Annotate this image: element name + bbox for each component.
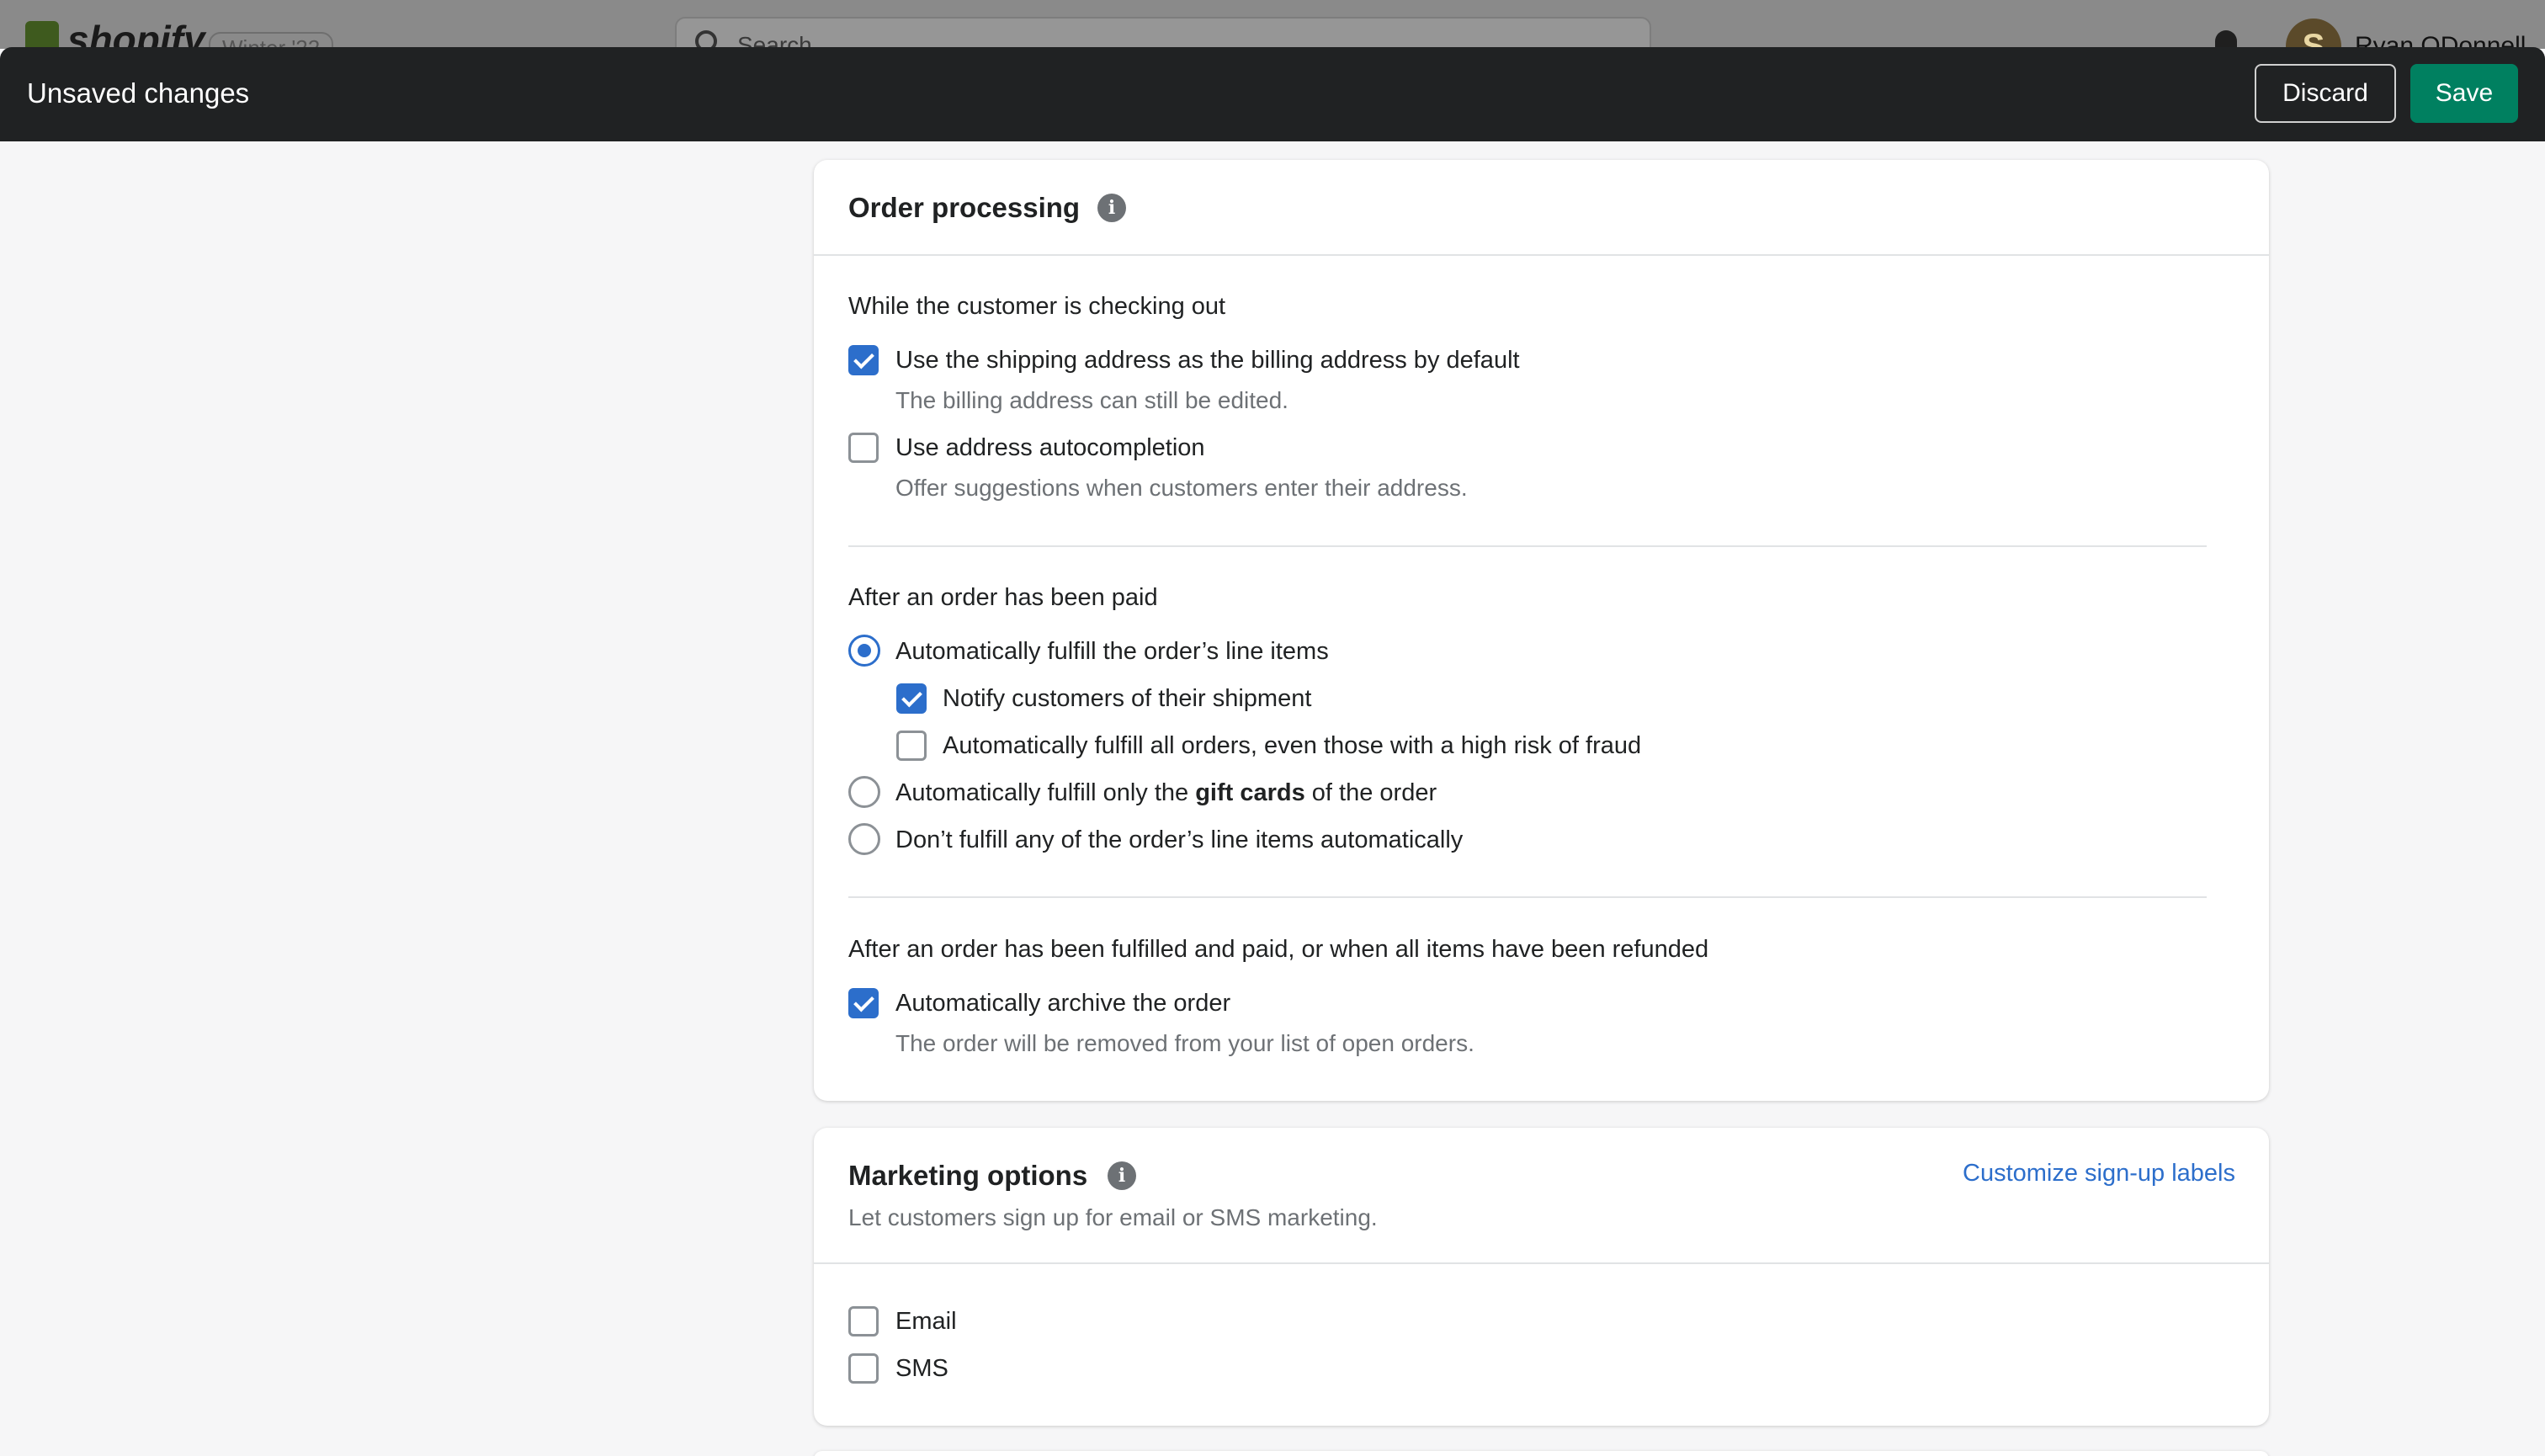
help-text-billing-editable: The billing address can still be edited. [895,387,1288,413]
info-icon[interactable]: i [1108,1161,1136,1190]
info-icon[interactable]: i [1097,194,1126,222]
card-subtitle: Let customers sign up for email or SMS m… [848,1204,1378,1230]
section-divider [848,545,2207,547]
discard-button[interactable]: Discard [2255,64,2396,123]
radio-dont-fulfill[interactable] [848,823,880,855]
option-label-email: Email [895,1308,957,1335]
marketing-options-card: Marketing options i Customize sign-up la… [814,1128,2269,1426]
header-divider [814,1262,2269,1264]
card-title-marketing-options: Marketing options [848,1160,1088,1191]
header-divider [814,254,2269,256]
checkbox-notify-shipment[interactable] [896,683,927,714]
option-label-gift-cards: Automatically fulfill only the gift card… [895,779,1437,806]
card-title-order-processing: Order processing [848,192,1081,223]
checkbox-email[interactable] [848,1306,879,1336]
help-text-archive: The order will be removed from your list… [895,1030,1474,1056]
unsaved-changes-bar: Unsaved changes Discard Save [0,47,2545,141]
radio-fulfill-gift-cards[interactable] [848,776,880,808]
help-text-autocompletion: Offer suggestions when customers enter t… [895,475,1468,501]
unsaved-changes-title: Unsaved changes [27,77,250,109]
top-bar: shopify Winter '22 Search S Ryan ODonnel… [0,0,2545,74]
section-label-paid: After an order has been paid [848,584,1158,611]
option-label-auto-fulfill: Automatically fulfill the order’s line i… [895,638,1329,665]
checkbox-sms[interactable] [848,1353,879,1384]
customize-sign-up-labels-link[interactable]: Customize sign-up labels [1963,1160,2235,1188]
save-button[interactable]: Save [2410,64,2518,123]
option-label-sms: SMS [895,1355,948,1382]
checkbox-fulfill-high-risk[interactable] [896,731,927,761]
section-label-checkout: While the customer is checking out [848,293,1226,320]
option-label-auto-archive: Automatically archive the order [895,990,1231,1017]
checkbox-auto-archive[interactable] [848,988,879,1018]
order-processing-card: Order processing i While the customer is… [814,160,2269,1101]
option-label-dont-fulfill: Don’t fulfill any of the order’s line it… [895,826,1464,853]
option-label-notify-shipment: Notify customers of their shipment [943,685,1312,712]
next-card [814,1451,2269,1456]
checkbox-address-autocompletion[interactable] [848,433,879,463]
option-label-fulfill-high-risk: Automatically fulfill all orders, even t… [943,732,1642,759]
checkbox-shipping-as-billing[interactable] [848,345,879,375]
option-label-shipping-as-billing: Use the shipping address as the billing … [895,347,1520,374]
option-label-address-autocompletion: Use address autocompletion [895,434,1205,461]
section-divider [848,896,2207,898]
radio-auto-fulfill-line-items[interactable] [848,635,880,667]
section-label-archive: After an order has been fulfilled and pa… [848,936,1709,963]
